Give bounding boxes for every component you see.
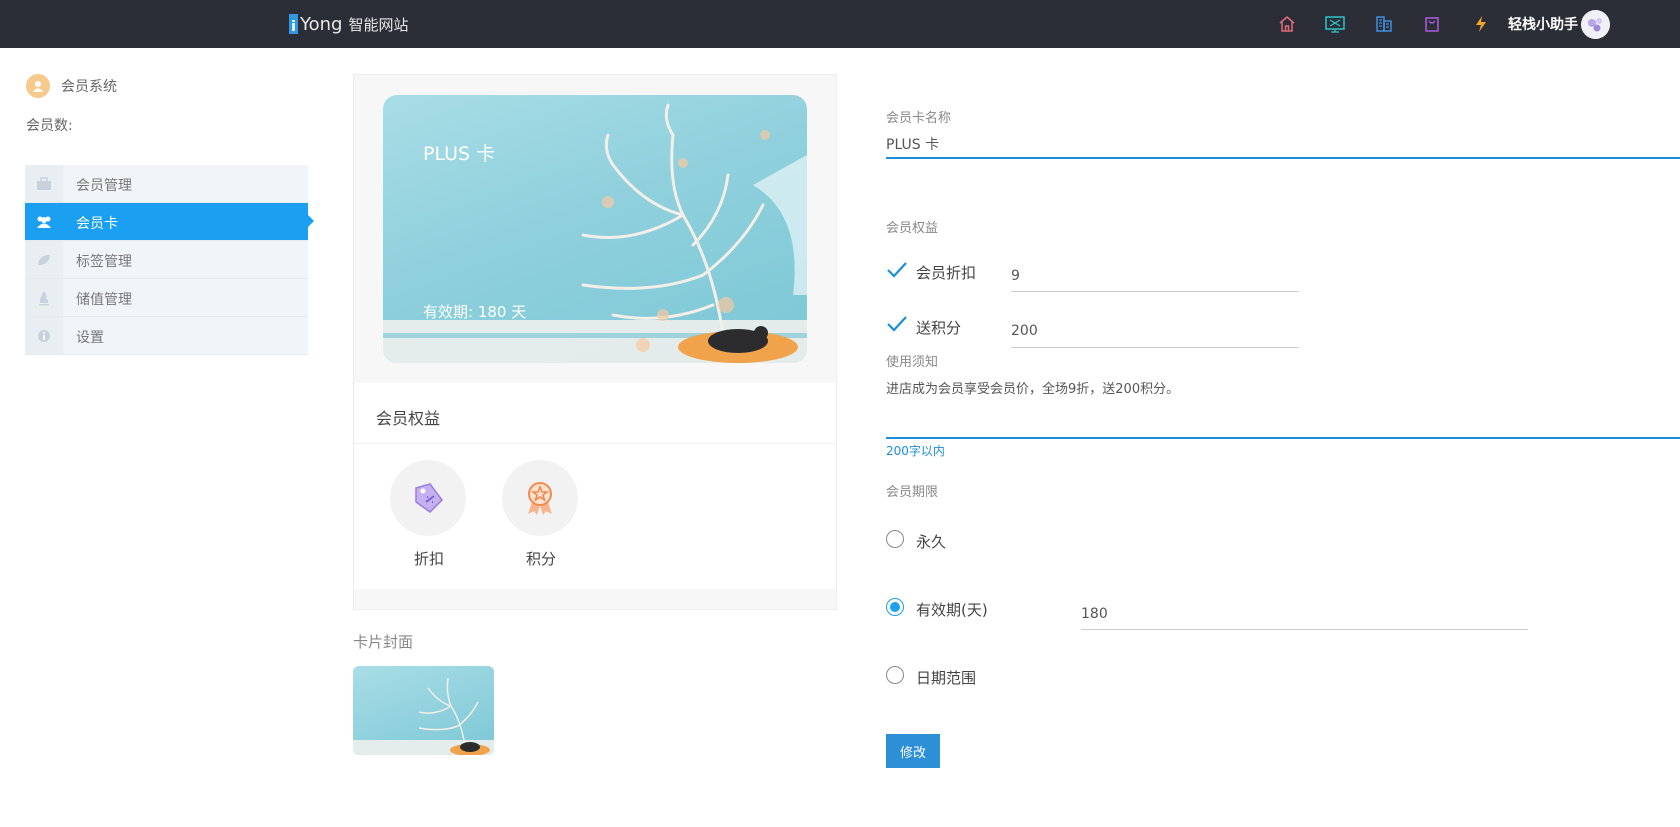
submit-button[interactable]: 修改	[886, 734, 940, 768]
points-checkbox[interactable]	[886, 314, 908, 334]
period-radio-permanent[interactable]	[886, 530, 904, 548]
period-option-label: 永久	[916, 533, 947, 551]
notice-textarea[interactable]: 进店成为会员享受会员价，全场9折，送200积分。	[886, 378, 1179, 397]
points-underline	[1011, 347, 1299, 348]
sidebar-item-member-management[interactable]: 会员管理	[25, 165, 308, 203]
benefit-label: 积分	[525, 550, 556, 568]
notice-underline	[886, 437, 1680, 439]
building-icon[interactable]	[1372, 12, 1396, 36]
card-preview-panel: PLUS 卡 有效期: 180 天 会员权益 折扣 积分	[353, 74, 837, 610]
period-option-label: 日期范围	[916, 669, 977, 687]
system-title: 会员系统	[61, 79, 117, 95]
sidebar-item-settings[interactable]: 设置	[25, 317, 308, 355]
avatar[interactable]	[1581, 10, 1610, 39]
medal-icon	[502, 460, 578, 536]
home-icon[interactable]	[1275, 12, 1299, 36]
benefits-title: 会员权益	[376, 409, 441, 428]
logo[interactable]: i Yong 智能网站	[289, 11, 408, 37]
card-validity: 有效期: 180 天	[423, 303, 527, 321]
discount-underline	[1011, 291, 1299, 292]
validity-days-input[interactable]	[1081, 604, 1525, 624]
sidebar-item-label: 会员卡	[76, 216, 118, 232]
benefits-label: 会员权益	[886, 221, 939, 236]
sidebar-item-stored-value[interactable]: 储值管理	[25, 279, 308, 317]
discount-tag-icon	[390, 460, 466, 536]
sidebar-item-tag-management[interactable]: 标签管理	[25, 241, 308, 279]
points-label: 送积分	[916, 319, 962, 337]
card-name-underline	[886, 157, 1680, 159]
points-input[interactable]	[1011, 321, 1297, 341]
validity-underline	[1081, 629, 1528, 630]
card-name-input[interactable]	[886, 134, 1676, 154]
monitor-icon[interactable]	[1323, 12, 1347, 36]
discount-checkbox[interactable]	[886, 260, 908, 280]
period-radio-validity[interactable]	[886, 598, 904, 616]
sidebar-item-member-card[interactable]: 会员卡	[25, 203, 314, 241]
benefits-box: 会员权益 折扣 积分	[354, 383, 836, 589]
assistant-label[interactable]: 轻栈小助手	[1508, 14, 1578, 34]
logo-mark: i	[289, 14, 298, 34]
cover-thumbnail[interactable]	[353, 666, 494, 755]
period-label: 会员期限	[886, 485, 939, 500]
notice-hint: 200字以内	[886, 444, 945, 458]
logo-text: Yong	[300, 13, 343, 35]
benefit-points: 积分	[502, 460, 580, 569]
divider	[354, 443, 836, 444]
period-option-label: 有效期(天)	[916, 601, 988, 619]
cover-section-title: 卡片封面	[353, 633, 414, 651]
sidebar-item-label: 会员管理	[76, 178, 132, 194]
benefit-label: 折扣	[413, 550, 444, 568]
logo-subtitle: 智能网站	[348, 15, 409, 34]
top-bar: i Yong 智能网站 轻栈小助手	[0, 0, 1680, 48]
discount-input[interactable]	[1011, 266, 1297, 286]
card-cover-image: PLUS 卡 有效期: 180 天	[383, 95, 807, 363]
discount-label: 会员折扣	[916, 264, 977, 282]
card-name-label: 会员卡名称	[886, 111, 952, 126]
period-radio-date-range[interactable]	[886, 666, 904, 684]
fire-icon	[25, 279, 63, 316]
notice-label: 使用须知	[886, 355, 939, 370]
info-icon	[25, 317, 63, 354]
sidebar-item-label: 设置	[76, 330, 104, 346]
sidebar-item-label: 储值管理	[76, 292, 132, 308]
benefit-discount: 折扣	[390, 460, 468, 569]
sidebar-item-label: 标签管理	[76, 254, 132, 270]
bag-icon[interactable]	[1420, 12, 1444, 36]
card-title: PLUS 卡	[423, 143, 496, 165]
lightning-icon[interactable]	[1469, 12, 1493, 36]
users-icon	[25, 203, 63, 240]
leaf-icon	[25, 241, 63, 278]
member-system-icon	[26, 74, 50, 98]
sidebar-menu: 会员管理 会员卡 标签管理 储值管理 设置	[25, 165, 314, 355]
briefcase-icon	[25, 165, 63, 202]
member-count-label: 会员数:	[26, 118, 73, 134]
